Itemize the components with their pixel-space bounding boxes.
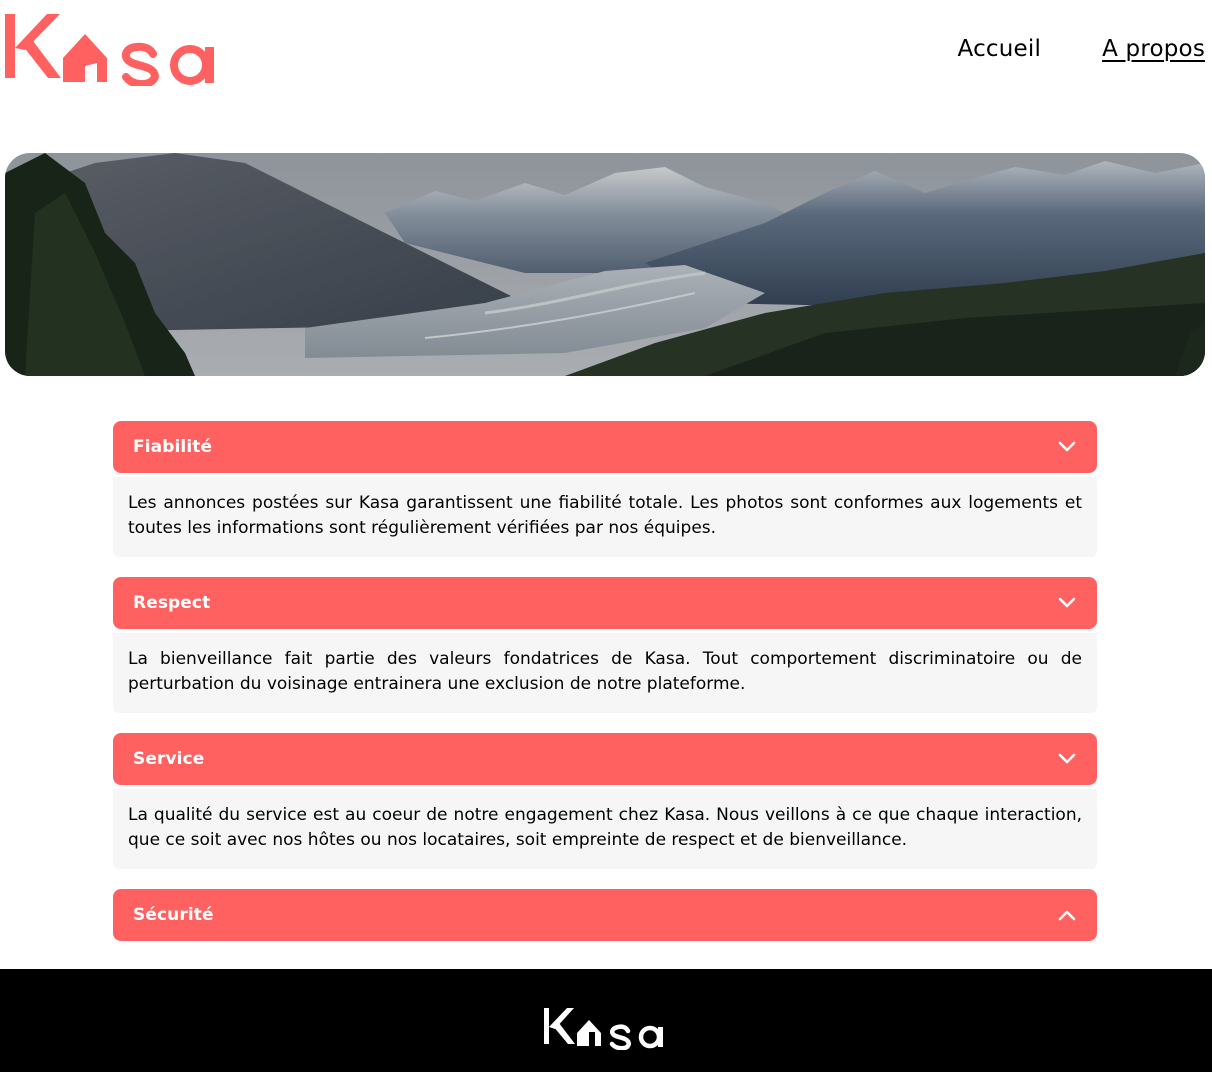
nav-link-a-propos[interactable]: A propos (1102, 36, 1205, 62)
collapse-title: Sécurité (133, 905, 214, 925)
chevron-up-icon[interactable] (1057, 905, 1077, 925)
collapse-fiabilite: Fiabilité Les annonces postées sur Kasa … (113, 421, 1097, 557)
collapse-title: Fiabilité (133, 437, 213, 457)
kasa-footer-logo (542, 1006, 668, 1051)
banner-landscape-image (5, 153, 1205, 376)
collapse-body: La qualité du service est au coeur de no… (113, 789, 1097, 869)
collapse-body: Les annonces postées sur Kasa garantisse… (113, 477, 1097, 557)
nav-link-accueil[interactable]: Accueil (958, 36, 1042, 62)
collapse-title: Service (133, 749, 205, 769)
collapse-title: Respect (133, 593, 211, 613)
chevron-down-icon[interactable] (1057, 593, 1077, 613)
main-nav: Accueil A propos (958, 36, 1205, 62)
collapse-respect: Respect La bienveillance fait partie des… (113, 577, 1097, 713)
collapse-header-securite[interactable]: Sécurité (113, 889, 1097, 941)
collapse-header-service[interactable]: Service (113, 733, 1097, 785)
chevron-down-icon[interactable] (1057, 437, 1077, 457)
collapse-header-respect[interactable]: Respect (113, 577, 1097, 629)
chevron-down-icon[interactable] (1057, 749, 1077, 769)
collapse-body: La bienveillance fait partie des valeurs… (113, 633, 1097, 713)
about-banner (5, 153, 1205, 376)
site-header: Accueil A propos (0, 0, 1212, 100)
collapse-service: Service La qualité du service est au coe… (113, 733, 1097, 869)
collapse-securite: Sécurité (113, 889, 1097, 941)
values-accordion: Fiabilité Les annonces postées sur Kasa … (113, 421, 1097, 961)
site-footer (0, 969, 1212, 1072)
kasa-logo[interactable] (3, 10, 219, 89)
collapse-header-fiabilite[interactable]: Fiabilité (113, 421, 1097, 473)
